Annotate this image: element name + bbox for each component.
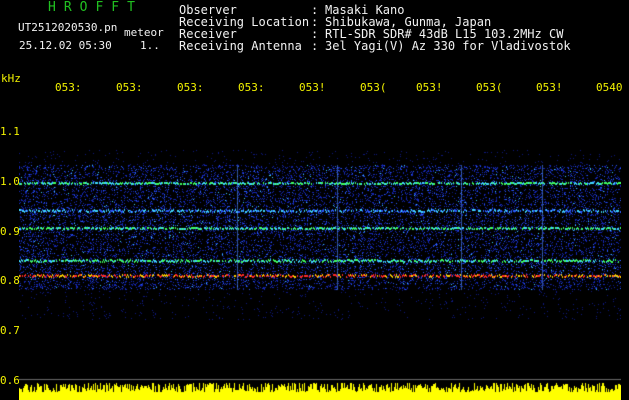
y-tick-label: 0.8 [0, 274, 20, 287]
meta-value: 3el Yagi(V) Az 330 for Vladivostok [325, 39, 571, 53]
brand-label: HROFFT [48, 0, 143, 15]
meta-separator: : [311, 39, 319, 53]
x-tick-label: 053: [238, 81, 265, 94]
spectrogram-canvas [19, 95, 621, 400]
ellipsis-label: 1.. [140, 39, 160, 52]
y-tick-label: 0.9 [0, 225, 20, 238]
station-info: Observer : Masaki Kano Receiving Locatio… [179, 4, 571, 52]
y-tick-label: 1.0 [0, 175, 20, 188]
file-name: UT2512020530.pn [18, 21, 118, 34]
y-tick-label: 1.1 [0, 125, 20, 138]
meta-row-antenna: Receiving Antenna : 3el Yagi(V) Az 330 f… [179, 40, 571, 52]
x-tick-label: 053( [476, 81, 503, 94]
spectrogram-window: HROFFT UT2512020530.pn meteor 25.12.02 0… [0, 0, 629, 400]
x-tick-label: 053( [360, 81, 387, 94]
y-tick-label: 0.7 [0, 324, 20, 337]
x-tick-label: 053: [55, 81, 82, 94]
spectrogram-plot [19, 95, 621, 400]
x-tick-label: 053! [536, 81, 563, 94]
y-axis-unit: kHz [1, 72, 21, 85]
meta-label: Receiving Antenna [179, 39, 302, 53]
meteor-tag: meteor [124, 26, 164, 39]
y-tick-label: 0.6 [0, 374, 20, 387]
x-tick-label: 0540 [596, 81, 623, 94]
x-tick-label: 053: [177, 81, 204, 94]
x-tick-label: 053! [299, 81, 326, 94]
x-tick-label: 053: [116, 81, 143, 94]
x-tick-label: 053! [416, 81, 443, 94]
datetime-label: 25.12.02 05:30 [19, 39, 112, 52]
